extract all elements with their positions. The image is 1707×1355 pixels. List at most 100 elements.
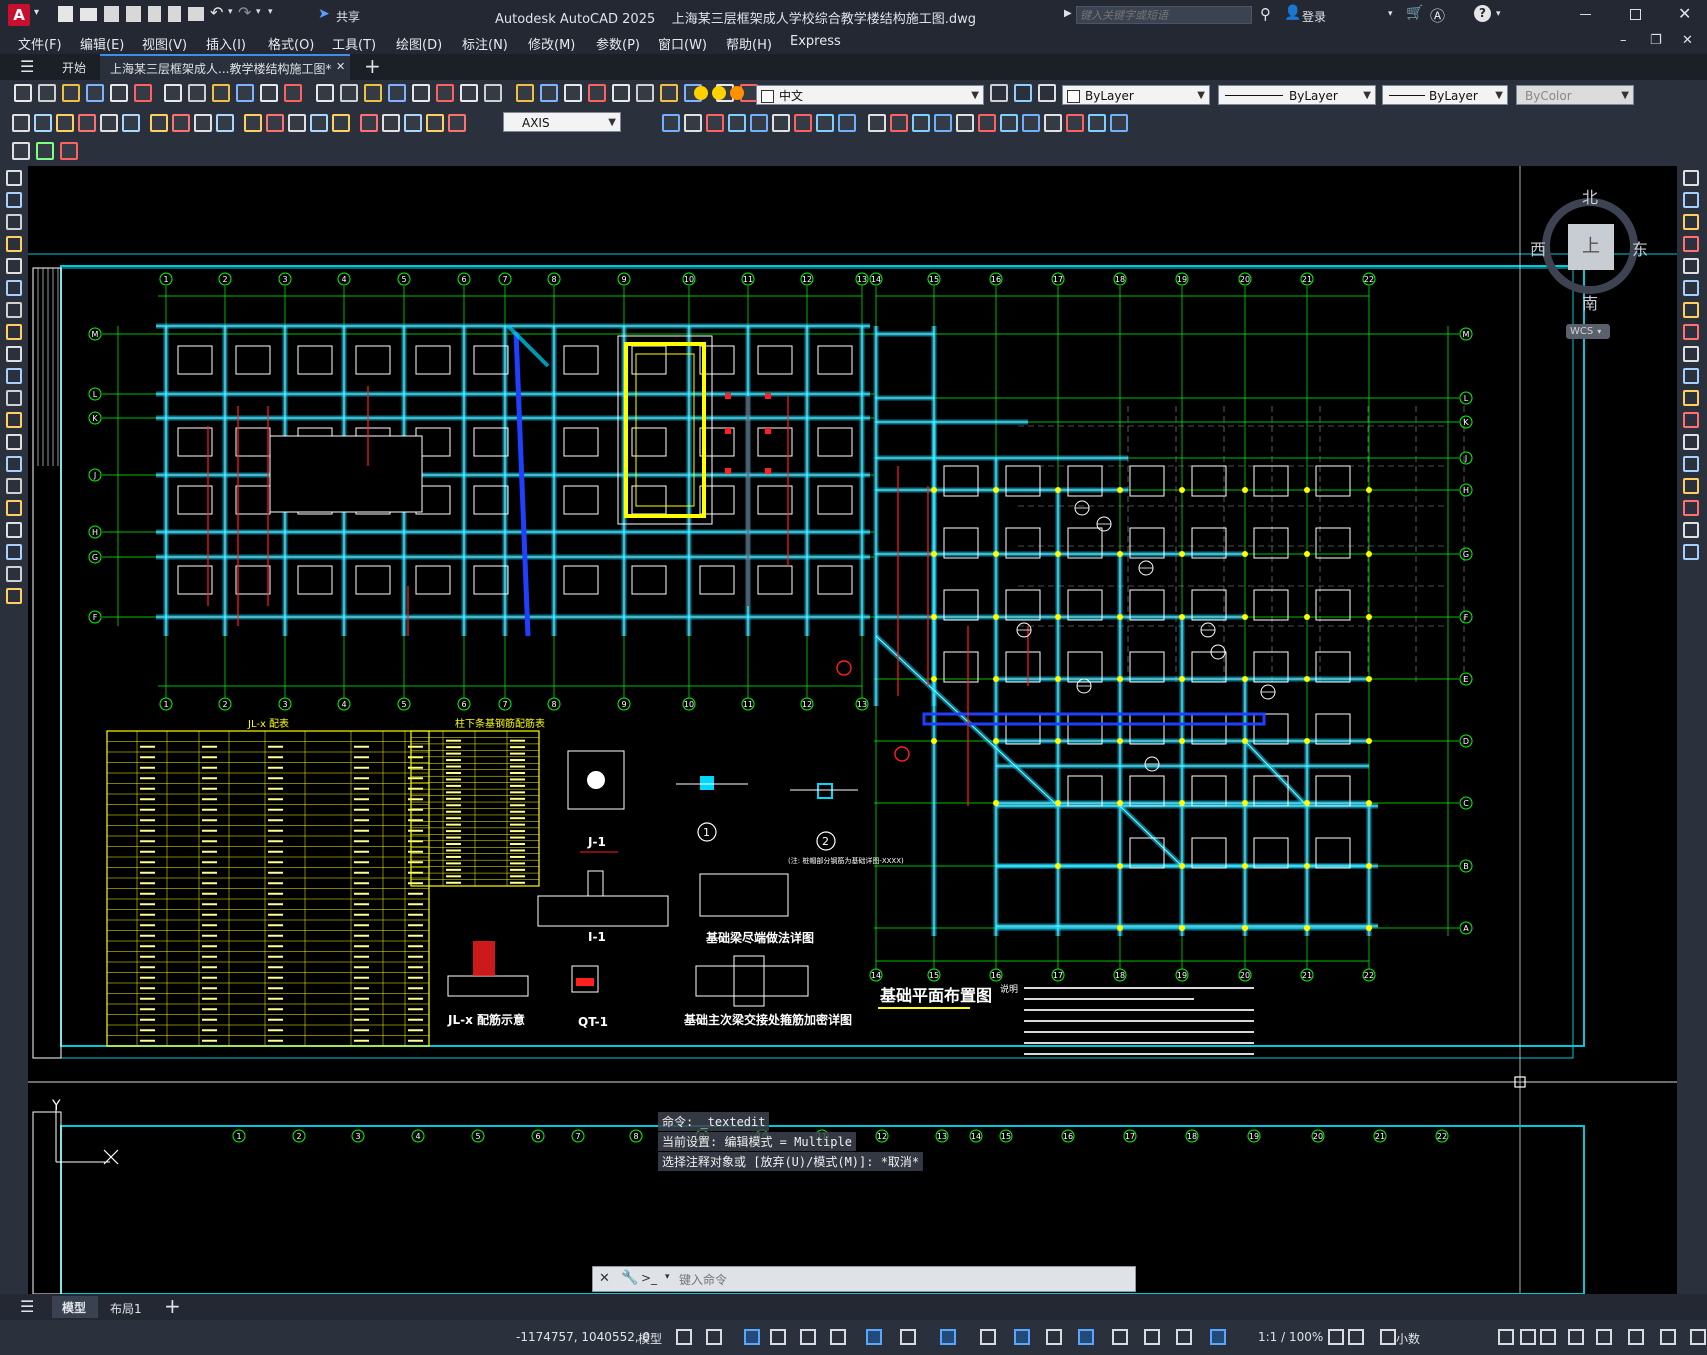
command-recent-dropdown-icon[interactable]: ▾	[665, 1272, 670, 1282]
standard-tool-14-icon[interactable]	[364, 84, 382, 102]
menu-item-11[interactable]: 帮助(H)	[726, 34, 772, 53]
status-toggle-15-icon[interactable]	[1176, 1329, 1192, 1345]
menu-item-12[interactable]: Express	[790, 34, 841, 49]
modify-right-tool-11-icon[interactable]	[1683, 412, 1699, 428]
modify-tool-7-icon[interactable]	[816, 114, 834, 132]
modify-tool-6-icon[interactable]	[794, 114, 812, 132]
draw-tool-7-icon[interactable]	[6, 324, 22, 340]
share-icon[interactable]: ➤	[318, 6, 330, 22]
dim-tool-1-icon[interactable]	[34, 114, 52, 132]
color-combo[interactable]: ByLayer ▼	[1062, 85, 1210, 105]
close-window-icon[interactable]: ✕	[1678, 4, 1691, 23]
modify-tool-12-icon[interactable]	[934, 114, 952, 132]
layer-tool-0-icon[interactable]	[990, 84, 1008, 102]
menu-item-3[interactable]: 插入(I)	[206, 34, 246, 53]
status-toggle-3-icon[interactable]	[770, 1329, 786, 1345]
draw-tool-6-icon[interactable]	[6, 302, 22, 318]
dim-tool-14-icon[interactable]	[332, 114, 350, 132]
tab-document[interactable]: 上海某三层框架成人...教学楼结构施工图* ✕	[100, 54, 350, 80]
tab-layout1[interactable]: 布局1	[110, 1300, 142, 1317]
customize-command-icon[interactable]: 🔧	[621, 1270, 638, 1286]
standard-tool-5-icon[interactable]	[134, 84, 152, 102]
maximize-icon[interactable]	[1630, 9, 1641, 20]
modify-right-tool-8-icon[interactable]	[1683, 346, 1699, 362]
status-toggle-4-icon[interactable]	[800, 1329, 816, 1345]
dim-tool-6-icon[interactable]	[150, 114, 168, 132]
status-toggle-26-icon[interactable]	[1660, 1329, 1676, 1345]
login-dropdown-icon[interactable]: ▾	[1388, 9, 1393, 19]
dim-tool-7-icon[interactable]	[172, 114, 190, 132]
redo-dropdown-icon[interactable]: ▾	[256, 7, 261, 17]
modify-right-tool-6-icon[interactable]	[1683, 302, 1699, 318]
draw-tool-10-icon[interactable]	[6, 390, 22, 406]
dim-tool-13-icon[interactable]	[310, 114, 328, 132]
open-web-icon[interactable]	[148, 6, 161, 22]
status-toggle-16-icon[interactable]	[1210, 1329, 1226, 1345]
standard-tool-16-icon[interactable]	[412, 84, 430, 102]
modify-tool-10-icon[interactable]	[890, 114, 908, 132]
draw-tool-8-icon[interactable]	[6, 346, 22, 362]
new-file-icon[interactable]	[58, 6, 73, 22]
save-as-icon[interactable]	[126, 6, 141, 22]
standard-tool-17-icon[interactable]	[436, 84, 454, 102]
save-icon[interactable]	[104, 6, 119, 22]
login-button[interactable]: 登录	[1302, 8, 1326, 25]
customize-qat-icon[interactable]: ▾	[268, 7, 273, 17]
standard-tool-11-icon[interactable]	[284, 84, 302, 102]
status-toggle-11-icon[interactable]	[1046, 1329, 1062, 1345]
status-toggle-10-icon[interactable]	[1014, 1329, 1030, 1345]
menu-item-6[interactable]: 绘图(D)	[396, 34, 442, 53]
menu-item-1[interactable]: 编辑(E)	[80, 34, 124, 53]
dim-tool-4-icon[interactable]	[100, 114, 118, 132]
draw-tool-3-icon[interactable]	[6, 236, 22, 252]
standard-tool-18-icon[interactable]	[460, 84, 478, 102]
standard-tool-26-icon[interactable]	[660, 84, 678, 102]
viewcube[interactable]: 上 北 南 西 东 WCS ▾	[1530, 184, 1648, 354]
standard-tool-2-icon[interactable]	[62, 84, 80, 102]
modify-tool-3-icon[interactable]	[728, 114, 746, 132]
dim-tool-9-icon[interactable]	[216, 114, 234, 132]
modify-tool-11-icon[interactable]	[912, 114, 930, 132]
plot-icon[interactable]	[188, 7, 204, 21]
standard-tool-15-icon[interactable]	[388, 84, 406, 102]
standard-tool-4-icon[interactable]	[110, 84, 128, 102]
draw-tool-9-icon[interactable]	[6, 368, 22, 384]
tab-start[interactable]: 开始	[62, 59, 86, 76]
status-toggle-6-icon[interactable]	[866, 1329, 882, 1345]
redo-icon[interactable]: ↷	[238, 3, 251, 22]
command-input[interactable]	[677, 1269, 1121, 1291]
menu-item-0[interactable]: 文件(F)	[18, 34, 62, 53]
viewcube-south[interactable]: 南	[1582, 290, 1598, 314]
status-toggle-20-icon[interactable]	[1498, 1329, 1514, 1345]
standard-tool-24-icon[interactable]	[612, 84, 630, 102]
standard-tool-12-icon[interactable]	[316, 84, 334, 102]
standard-tool-23-icon[interactable]	[588, 84, 606, 102]
standard-tool-21-icon[interactable]	[540, 84, 558, 102]
modify-tool-17-icon[interactable]	[1044, 114, 1062, 132]
dimstyle-combo[interactable]: AXIS ▼	[503, 112, 621, 132]
standard-tool-10-icon[interactable]	[260, 84, 278, 102]
status-toggle-21-icon[interactable]	[1520, 1329, 1536, 1345]
annotation-scale-button[interactable]: 1:1 / 100%	[1258, 1330, 1323, 1344]
standard-tool-13-icon[interactable]	[340, 84, 358, 102]
cad-drawing[interactable]: Y 1 2 3 4 5 6 7 8 9 10 11 12 13 14 15 16 17 18 19 20 21 221 2 3…	[28, 166, 1677, 1294]
draw-tool-2-icon[interactable]	[6, 214, 22, 230]
status-toggle-19-icon[interactable]	[1380, 1329, 1396, 1345]
dim-tool-19-icon[interactable]	[448, 114, 466, 132]
viewcube-north[interactable]: 北	[1582, 184, 1598, 208]
dim-tool-5-icon[interactable]	[122, 114, 140, 132]
status-toggle-17-icon[interactable]	[1328, 1329, 1344, 1345]
dim-tool-11-icon[interactable]	[266, 114, 284, 132]
menu-item-10[interactable]: 窗口(W)	[658, 34, 707, 53]
modify-tool-8-icon[interactable]	[838, 114, 856, 132]
model-space-button[interactable]: 模型	[638, 1330, 662, 1347]
draw-tool-14-icon[interactable]	[6, 478, 22, 494]
draw-tool-5-icon[interactable]	[6, 280, 22, 296]
status-toggle-13-icon[interactable]	[1112, 1329, 1128, 1345]
viewcube-east[interactable]: 东	[1632, 236, 1648, 260]
status-toggle-25-icon[interactable]	[1628, 1329, 1644, 1345]
modify-tool-13-icon[interactable]	[956, 114, 974, 132]
dim-tool-16-icon[interactable]	[382, 114, 400, 132]
doc-close-icon[interactable]: ✕	[1682, 33, 1693, 48]
modify-tool-19-icon[interactable]	[1088, 114, 1106, 132]
